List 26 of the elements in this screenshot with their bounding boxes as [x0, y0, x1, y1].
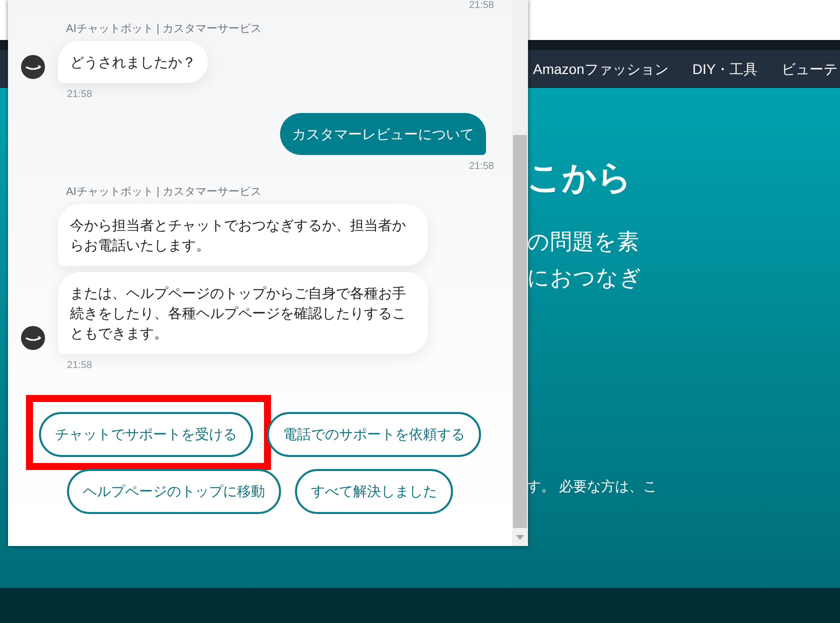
option-button[interactable]: 電話でのサポートを依頼する	[267, 412, 481, 457]
bot-message: 今から担当者とチャットでおつなぎするか、担当者からお電話いたします。	[58, 204, 428, 266]
bot-avatar-icon	[21, 326, 45, 350]
bot-message: または、ヘルプページのトップからご自身で各種お手続きをしたり、各種ヘルプページを確認したりすることもできます。	[58, 272, 428, 354]
nav-link[interactable]: Amazonファッション	[533, 58, 668, 80]
user-message: カスタマーレビューについて	[280, 113, 486, 155]
message-time: 21:58	[67, 89, 94, 101]
nav-link[interactable]: ビューテ	[782, 58, 838, 80]
sender-label: AIチャットボット | カスタマーサービス	[66, 185, 262, 199]
message-time: 21:58	[67, 360, 94, 372]
option-button[interactable]: すべて解決しました	[295, 469, 453, 514]
scrollbar-thumb[interactable]	[513, 135, 527, 528]
hero-heading: こから	[527, 158, 633, 198]
sender-label: AIチャットボット | カスタマーサービス	[66, 22, 262, 36]
hero-note: す。 必要な方は、こ	[527, 477, 657, 496]
option-button[interactable]: ヘルプページのトップに移動	[67, 469, 281, 514]
hero-text: におつなぎ	[527, 264, 642, 292]
hero-text: の問題を素	[527, 228, 639, 256]
option-button[interactable]: チャットでサポートを受ける	[39, 412, 253, 457]
message-time: 21:58	[468, 161, 494, 173]
bot-avatar-icon	[21, 55, 45, 79]
message-time: 21:58	[468, 0, 494, 12]
bot-message: どうされましたか？	[58, 41, 208, 83]
scroll-down-arrow-icon[interactable]	[516, 535, 524, 540]
nav-link[interactable]: DIY・工具	[692, 58, 758, 80]
scrollbar[interactable]	[512, 0, 528, 546]
